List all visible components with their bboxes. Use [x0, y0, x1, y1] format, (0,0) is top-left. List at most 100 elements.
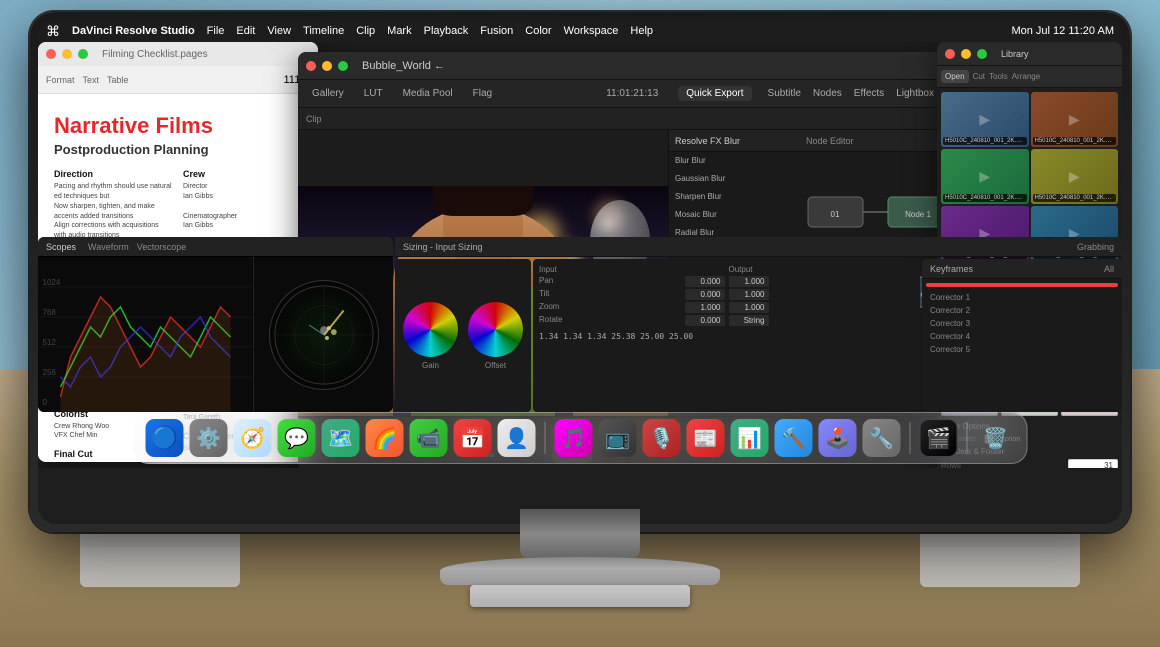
close-button[interactable]: [46, 49, 56, 59]
doc-toolbar-table[interactable]: Table: [107, 75, 129, 85]
pan-input-value[interactable]: 0.000: [685, 276, 725, 287]
dock-messages[interactable]: 💬: [278, 419, 316, 457]
keyframe-corrector4[interactable]: Corrector 4: [926, 330, 1118, 343]
waveform-label[interactable]: Waveform: [88, 242, 129, 252]
menu-item-fusion[interactable]: Fusion: [480, 25, 513, 37]
media-open-btn[interactable]: Open: [941, 70, 969, 83]
fx-item-gaussian[interactable]: Gaussian Blur: [669, 170, 798, 188]
toolbar-gallery[interactable]: Gallery: [306, 86, 350, 101]
narrative-films-title: Narrative Films: [54, 114, 302, 138]
dock-news[interactable]: 📰: [687, 419, 725, 457]
output-label: Output: [729, 265, 915, 274]
fx-item-mosaic[interactable]: Mosaic Blur: [669, 206, 798, 224]
rotate-input-value[interactable]: 0.000: [685, 315, 725, 326]
maximize-button[interactable]: [78, 49, 88, 59]
media-minimize[interactable]: [961, 49, 971, 59]
media-filename-3: H5010C_240810_001_2K.mov: [943, 194, 1027, 202]
media-filename-2: H5010C_240810_001_2K.mov: [1033, 137, 1117, 145]
resolve-minimize[interactable]: [322, 61, 332, 71]
fx-item-sharpen[interactable]: Sharpen Blur: [669, 188, 798, 206]
zoom-input-value[interactable]: 1.000: [685, 302, 725, 313]
effects-btn[interactable]: Effects: [854, 88, 884, 99]
menu-item-view[interactable]: View: [267, 25, 291, 37]
dock-facetime[interactable]: 📹: [410, 419, 448, 457]
dock-numbers[interactable]: 📊: [731, 419, 769, 457]
keyframe-corrector5[interactable]: Corrector 5: [926, 343, 1118, 356]
media-close[interactable]: [945, 49, 955, 59]
rotate-output-value[interactable]: String: [729, 315, 769, 326]
dock-music[interactable]: 🎵: [555, 419, 593, 457]
dock-davinci[interactable]: 🎬: [920, 419, 958, 457]
subtitle-btn[interactable]: Subtitle: [768, 88, 801, 99]
menu-item-file[interactable]: File: [207, 25, 225, 37]
tilt-input-value[interactable]: 0.000: [685, 289, 725, 300]
svg-text:768: 768: [43, 308, 57, 317]
offset-wheel[interactable]: [468, 302, 523, 357]
apple-menu-icon[interactable]: ⌘: [46, 23, 60, 40]
rows-value[interactable]: 31: [1068, 459, 1118, 468]
gain-wheel-container: Gain: [403, 302, 458, 370]
dock-maps[interactable]: 🗺️: [322, 419, 360, 457]
dock-safari[interactable]: 🧭: [234, 419, 272, 457]
menu-item-playback[interactable]: Playback: [424, 25, 469, 37]
media-thumb-3[interactable]: ▶ H5010C_240810_001_2K.mov: [941, 149, 1029, 204]
menu-item-mark[interactable]: Mark: [387, 25, 411, 37]
tilt-output-value[interactable]: 1.000: [729, 289, 769, 300]
media-filename-4: H5010C_240810_001_2K.mov: [1033, 194, 1117, 202]
dock-contacts[interactable]: 👤: [498, 419, 536, 457]
gain-label: Gain: [422, 361, 439, 370]
keyframes-panel: Keyframes All Corrector 1 Corrector 2 Co…: [922, 259, 1122, 412]
media-thumb-4[interactable]: ▶ H5010C_240810_001_2K.mov: [1031, 149, 1119, 204]
dock-finder[interactable]: 🔵: [146, 419, 184, 457]
dock-system-prefs[interactable]: ⚙️: [190, 419, 228, 457]
keyframe-corrector1[interactable]: Corrector 1: [926, 291, 1118, 304]
menu-item-edit[interactable]: Edit: [236, 25, 255, 37]
menu-item-clip[interactable]: Clip: [356, 25, 375, 37]
pan-row: Pan 0.000: [539, 276, 725, 287]
menu-item-color[interactable]: Color: [525, 25, 551, 37]
doc-toolbar-format[interactable]: Format: [46, 75, 75, 85]
zoom-output-value[interactable]: 1.000: [729, 302, 769, 313]
dock-xcode[interactable]: 🔨: [775, 419, 813, 457]
keyframes-all[interactable]: All: [1104, 264, 1114, 274]
gain-wheel[interactable]: [403, 302, 458, 357]
media-thumb-2[interactable]: ▶ H5010C_240810_001_2K.mov: [1031, 92, 1119, 147]
dock-arcade[interactable]: 🕹️: [819, 419, 857, 457]
monitor: ⌘ DaVinci Resolve Studio File Edit View …: [30, 12, 1130, 532]
keyframe-corrector3[interactable]: Corrector 3: [926, 317, 1118, 330]
fx-item-blur-blur[interactable]: Blur Blur: [669, 152, 798, 170]
doc-subtitle: Postproduction Planning: [54, 142, 302, 157]
dock-calendar[interactable]: 📅: [454, 419, 492, 457]
nodes-btn[interactable]: Nodes: [813, 88, 842, 99]
keyframe-corrector2[interactable]: Corrector 2: [926, 304, 1118, 317]
toolbar-media-pool[interactable]: Media Pool: [397, 86, 459, 101]
doc-toolbar-text[interactable]: Text: [83, 75, 100, 85]
quick-export-btn[interactable]: Quick Export: [678, 86, 751, 101]
resolve-close[interactable]: [306, 61, 316, 71]
dock-separator-1: [545, 422, 546, 454]
menu-item-help[interactable]: Help: [630, 25, 653, 37]
pan-output-value[interactable]: 1.000: [729, 276, 769, 287]
media-tools-btn[interactable]: Tools: [989, 72, 1008, 81]
dock-trash[interactable]: 🗑️: [977, 419, 1015, 457]
dock-podcasts[interactable]: 🎙️: [643, 419, 681, 457]
svg-text:01: 01: [831, 210, 840, 219]
dock-separator-3: [967, 422, 968, 454]
toolbar-flag[interactable]: Flag: [467, 86, 498, 101]
minimize-button[interactable]: [62, 49, 72, 59]
resolve-maximize[interactable]: [338, 61, 348, 71]
menu-item-timeline[interactable]: Timeline: [303, 25, 344, 37]
toolbar-lut[interactable]: LUT: [358, 86, 389, 101]
media-cut-btn[interactable]: Cut: [973, 72, 985, 81]
menu-item-workspace[interactable]: Workspace: [564, 25, 619, 37]
media-maximize[interactable]: [977, 49, 987, 59]
vectorscope-label[interactable]: Vectorscope: [137, 242, 187, 252]
dock-settings[interactable]: 🔧: [863, 419, 901, 457]
dock-photos[interactable]: 🌈: [366, 419, 404, 457]
media-thumb-1[interactable]: ▶ H5010C_240810_001_2K.mov: [941, 92, 1029, 147]
media-arrange-btn[interactable]: Arrange: [1012, 72, 1040, 81]
dock-tv[interactable]: 📺: [599, 419, 637, 457]
menu-item-app[interactable]: DaVinci Resolve Studio: [72, 25, 195, 37]
lightbox-btn[interactable]: Lightbox: [896, 88, 934, 99]
clip-label[interactable]: Clip: [306, 114, 322, 124]
